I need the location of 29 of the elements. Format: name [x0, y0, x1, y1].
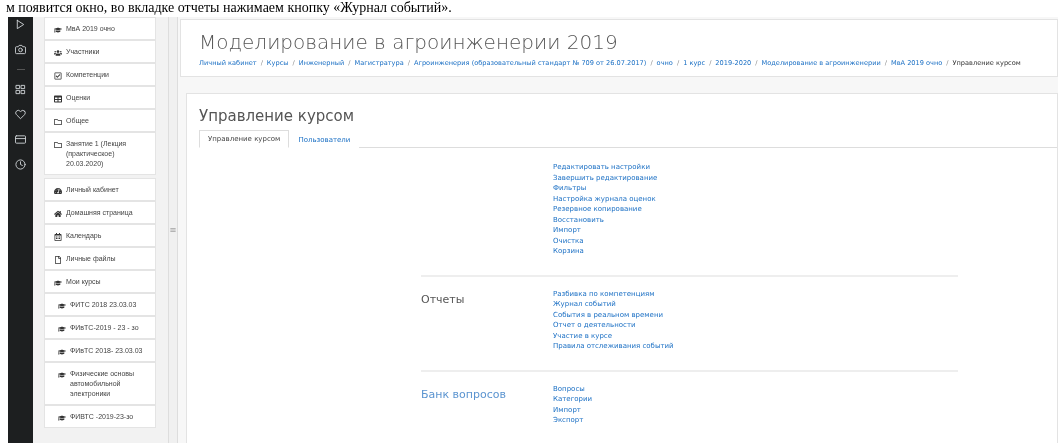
- graduation-cap-icon: [58, 325, 66, 333]
- graduation-cap-icon: [58, 302, 66, 310]
- file-icon: [54, 256, 62, 264]
- clock-icon[interactable]: [15, 159, 26, 170]
- grid-icon[interactable]: [15, 84, 26, 95]
- graduation-cap-icon: [58, 414, 66, 422]
- grip-icon[interactable]: [170, 227, 176, 233]
- graduation-cap-icon: [54, 26, 62, 34]
- home-icon: [54, 210, 62, 218]
- graduation-cap-icon: [58, 371, 66, 379]
- card-icon[interactable]: [15, 134, 26, 145]
- table-icon: [54, 95, 62, 103]
- calendar-icon: [54, 233, 62, 241]
- checkbox-icon: [54, 72, 62, 80]
- heart-icon[interactable]: [15, 109, 26, 120]
- graduation-cap-icon: [54, 279, 62, 287]
- section-title: Отчеты: [421, 292, 465, 306]
- section-link[interactable]: Банк вопросов: [421, 387, 506, 401]
- dashboard-icon: [54, 187, 62, 195]
- users-icon: [54, 49, 62, 57]
- page-title: Моделирование в агроинженерии 2019: [199, 30, 619, 54]
- folder-icon: [54, 141, 62, 149]
- scrollbar[interactable]: [168, 17, 178, 443]
- play-icon[interactable]: [15, 19, 26, 30]
- graduation-cap-icon: [58, 348, 66, 356]
- camera-icon[interactable]: [15, 44, 26, 55]
- folder-icon: [54, 118, 62, 126]
- panel-title: Управление курсом: [199, 106, 356, 126]
- document-caption: м появится окно, во вкладке отчеты нажимаем кнопку «Журнал событий».: [5, 1, 453, 17]
